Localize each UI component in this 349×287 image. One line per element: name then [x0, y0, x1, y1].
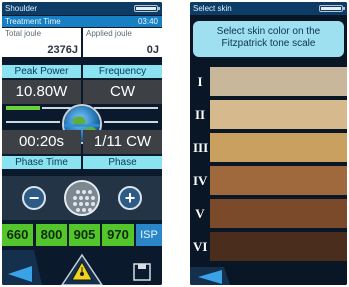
skin-type-numeral: II [194, 107, 206, 122]
frequency-value[interactable]: CW [83, 80, 162, 104]
divider [104, 121, 158, 123]
total-joule-label: Total joule [5, 29, 42, 38]
instruction-line-2: Fitzpatrick tone scale [221, 38, 316, 49]
frequency-label: Frequency [83, 65, 162, 78]
therapy-screen: Shoulder Treatment Time 03:40 Total joul… [2, 2, 162, 285]
screen-title: Shoulder [5, 4, 38, 13]
plus-button[interactable]: + [118, 186, 142, 210]
save-icon[interactable] [133, 263, 151, 281]
divider [6, 121, 60, 123]
skin-type-1-swatch[interactable] [210, 67, 347, 96]
instruction-line-1: Select skin color on the [216, 26, 321, 37]
skin-type-6-swatch[interactable] [210, 232, 347, 261]
applied-joule-label: Applied joule [86, 29, 132, 38]
skin-type-numeral: I [197, 74, 203, 89]
applied-joule-box: Applied joule 0J [83, 28, 162, 57]
total-joule-value: 2376J [47, 44, 78, 56]
minus-icon: − [28, 188, 40, 208]
isp-button[interactable]: ISP [136, 224, 162, 246]
applied-joule-value: 0J [146, 44, 159, 56]
skin-type-numeral: V [195, 206, 205, 221]
bottom-bar [190, 267, 347, 285]
status-bar: Select skin [190, 2, 347, 15]
phase-value[interactable]: 1/11 CW [83, 130, 162, 154]
power-level-bar [6, 106, 40, 110]
treatment-time-value: 03:40 [137, 17, 158, 26]
phase-label: Phase [83, 156, 162, 169]
plus-icon: + [124, 188, 136, 208]
wavelength-660-button[interactable]: 660 [2, 224, 33, 246]
peak-power-value[interactable]: 10.80W [2, 80, 81, 104]
status-bar: Shoulder [2, 2, 162, 15]
screen-title: Select skin [193, 4, 232, 13]
treatment-time-label: Treatment Time [5, 17, 61, 26]
phase-time-label: Phase Time [2, 156, 81, 169]
total-joule-box: Total joule 2376J [2, 28, 81, 57]
probe-grid-button[interactable] [64, 180, 100, 216]
battery-icon [319, 5, 345, 12]
skin-type-2-swatch[interactable] [210, 100, 347, 129]
skin-select-screen: Select skin Select skin color on the Fit… [190, 2, 347, 285]
phase-time-value[interactable]: 00:20s [2, 130, 81, 154]
wavelength-800-button[interactable]: 800 [36, 224, 67, 246]
minus-button[interactable]: − [22, 186, 46, 210]
battery-icon [134, 5, 160, 12]
skin-type-numeral: III [193, 140, 209, 155]
treatment-time-row: Treatment Time 03:40 [2, 16, 162, 27]
wavelength-970-button[interactable]: 970 [102, 224, 134, 246]
instruction-banner: Select skin color on the Fitzpatrick ton… [193, 21, 344, 57]
skin-type-numeral: IV [193, 173, 208, 188]
bottom-bar [2, 250, 162, 285]
skin-type-3-swatch[interactable] [210, 133, 347, 162]
skin-type-4-swatch[interactable] [210, 166, 347, 195]
peak-power-label: Peak Power [2, 65, 81, 78]
divider [94, 107, 158, 109]
wavelength-905-button[interactable]: 905 [69, 224, 100, 246]
skin-type-5-swatch[interactable] [210, 199, 347, 228]
skin-type-numeral: VI [193, 239, 208, 254]
